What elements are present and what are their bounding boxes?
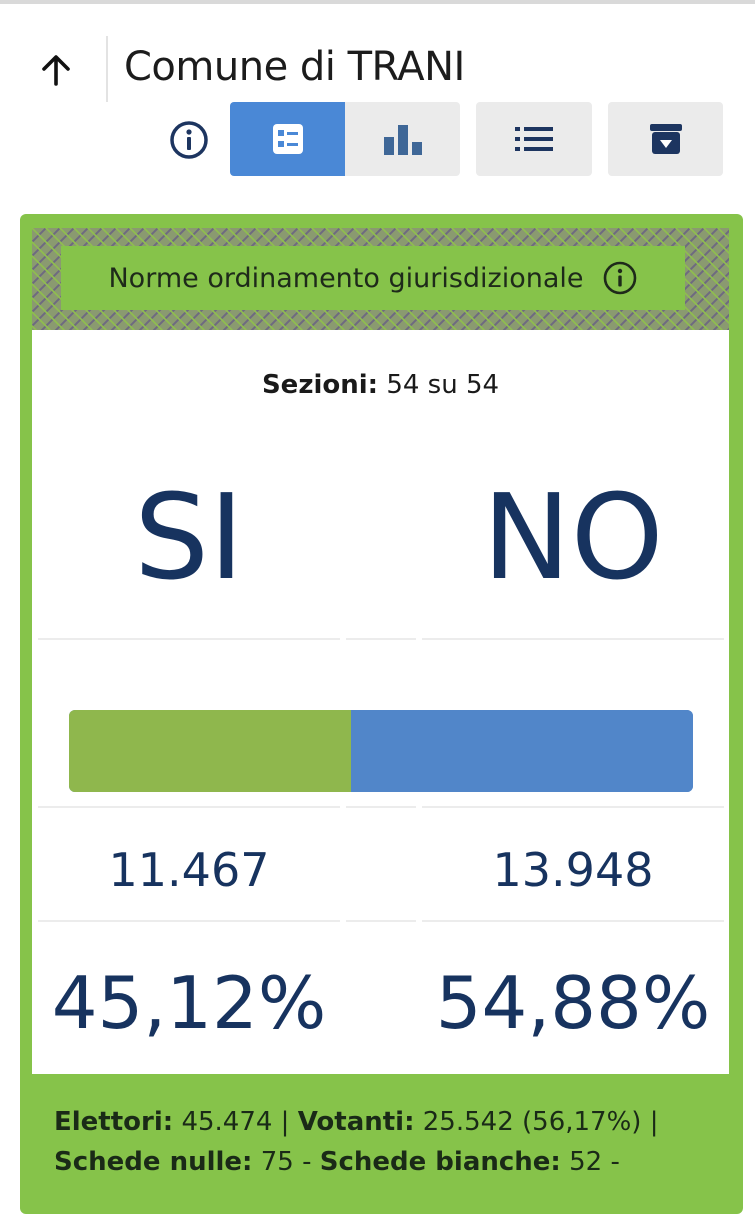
summary-list-icon (272, 124, 303, 154)
referendum-card: Norme ordinamento giurisdizionale Sezion… (20, 214, 743, 1214)
votes-no: 13.948 (492, 843, 654, 897)
row-divider (346, 920, 416, 922)
card-header: Norme ordinamento giurisdizionale (32, 228, 729, 330)
answer-si: SI (134, 468, 244, 606)
question-title: Norme ordinamento giurisdizionale (61, 246, 685, 310)
sections-value: 54 su 54 (386, 370, 500, 400)
info-circle-icon (170, 121, 208, 159)
turnout-line-2: Schede nulle: 75 - Schede bianche: 52 - (54, 1142, 734, 1182)
row-divider (38, 920, 340, 922)
sections-label: Sezioni: (261, 370, 379, 400)
turnout-line-1: Elettori: 45.474 | Votanti: 25.542 (56,1… (54, 1102, 734, 1142)
turnout-label: Votanti: (297, 1107, 415, 1137)
bar-chart-icon (383, 125, 422, 155)
voters-value: 45.474 | (181, 1107, 290, 1137)
percent-no: 54,88% (435, 961, 711, 1045)
voters-label: Elettori: (54, 1107, 174, 1137)
null-ballots-label: Schede nulle: (54, 1147, 253, 1177)
list-view-button[interactable] (476, 102, 592, 176)
row-divider (346, 638, 416, 640)
top-divider (0, 0, 755, 4)
turnout-value: 25.542 (56,17%) | (422, 1107, 659, 1137)
chart-view-button[interactable] (345, 102, 460, 176)
row-divider (346, 806, 416, 808)
page-title: Comune di TRANI (124, 44, 465, 90)
download-button[interactable] (608, 102, 723, 176)
result-bar-si (69, 710, 351, 792)
null-ballots-value: 75 - (260, 1147, 312, 1177)
header-separator (106, 36, 108, 102)
row-divider (38, 806, 340, 808)
row-divider (422, 638, 724, 640)
answer-no: NO (482, 468, 664, 606)
page-header: Comune di TRANI (0, 34, 755, 104)
row-divider (422, 920, 724, 922)
view-toolbar (0, 102, 755, 178)
info-button[interactable] (168, 119, 210, 161)
sections-count: Sezioni: 54 su 54 (32, 370, 729, 400)
archive-download-icon (649, 124, 682, 154)
percent-si: 45,12% (51, 961, 327, 1045)
blank-ballots-value: 52 - (569, 1147, 620, 1177)
row-divider (38, 638, 340, 640)
result-bar (69, 710, 693, 792)
question-title-text: Norme ordinamento giurisdizionale (108, 262, 584, 294)
row-divider (422, 806, 724, 808)
results-panel: Sezioni: 54 su 54 SI NO 11.467 13.948 45… (32, 330, 729, 1074)
turnout-summary: Elettori: 45.474 | Votanti: 25.542 (56,1… (54, 1102, 734, 1182)
question-info-button[interactable] (602, 260, 638, 296)
votes-si: 11.467 (108, 843, 270, 897)
result-bar-no (351, 710, 693, 792)
info-circle-icon (603, 261, 636, 295)
blank-ballots-label: Schede bianche: (319, 1147, 561, 1177)
arrow-up-icon (42, 55, 70, 86)
list-icon (515, 127, 553, 151)
summary-view-button[interactable] (230, 102, 345, 176)
back-button[interactable] (36, 50, 76, 90)
